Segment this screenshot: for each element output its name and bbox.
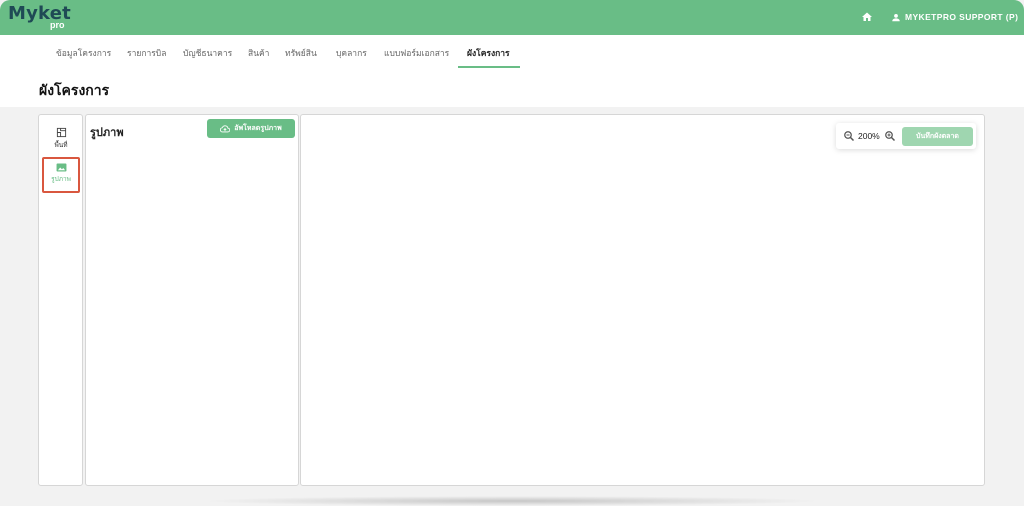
tab-personnel[interactable]: บุคลากร [336,46,367,60]
save-layout-button[interactable]: บันทึกผังตลาด [902,127,973,146]
tab-bills[interactable]: รายการบิล [127,46,166,60]
tab-bank-accounts[interactable]: บัญชีธนาคาร [183,46,232,60]
top-navbar: Myket pro MYKETPRO SUPPORT (P) [0,0,1024,35]
images-panel: รูปภาพ อัพโหลดรูปภาพ [85,114,299,486]
user-icon [892,13,900,22]
tab-project-layout[interactable]: ผังโครงการ [467,46,510,60]
sidebar-item-label: พื้นที่ [54,142,68,149]
layout-canvas[interactable]: 200% บันทึกผังตลาด [300,114,985,486]
sidebar-item-image[interactable]: รูปภาพ [42,157,80,193]
brand-logo[interactable]: Myket pro [8,3,78,33]
tab-products[interactable]: สินค้า [248,46,269,60]
tab-bar: ข้อมูลโครงการ รายการบิล บัญชีธนาคาร สินค… [0,35,1024,69]
bottom-shadow [200,496,824,506]
cloud-upload-icon [220,124,231,132]
upload-image-button[interactable]: อัพโหลดรูปภาพ [207,119,295,138]
sidebar-item-area[interactable]: พื้นที่ [42,123,80,159]
zoom-toolbar: 200% บันทึกผังตลาด [836,123,976,149]
tool-sidebar: พื้นที่ รูปภาพ [38,114,83,486]
zoom-out-icon[interactable] [843,130,855,142]
tab-document-forms[interactable]: แบบฟอร์มเอกสาร [384,46,449,60]
image-icon [56,163,66,172]
sidebar-item-label: รูปภาพ [51,176,71,183]
home-icon[interactable] [861,11,873,23]
upload-image-label: อัพโหลดรูปภาพ [234,125,282,132]
page-title: ผังโครงการ [39,82,110,98]
tab-project-info[interactable]: ข้อมูลโครงการ [56,46,111,60]
tab-assets[interactable]: ทรัพย์สิน [285,46,317,60]
images-panel-title: รูปภาพ [90,127,124,139]
active-tab-indicator [458,66,520,68]
page-header: ผังโครงการ [0,69,1024,107]
logo-sub: pro [50,20,65,30]
zoom-level: 200% [858,131,880,141]
area-icon [56,127,66,138]
user-menu[interactable]: MYKETPRO SUPPORT (P) [905,12,1018,22]
app-window: Myket pro MYKETPRO SUPPORT (P) ข้อมูลโคร… [0,0,1024,506]
zoom-in-icon[interactable] [884,130,896,142]
